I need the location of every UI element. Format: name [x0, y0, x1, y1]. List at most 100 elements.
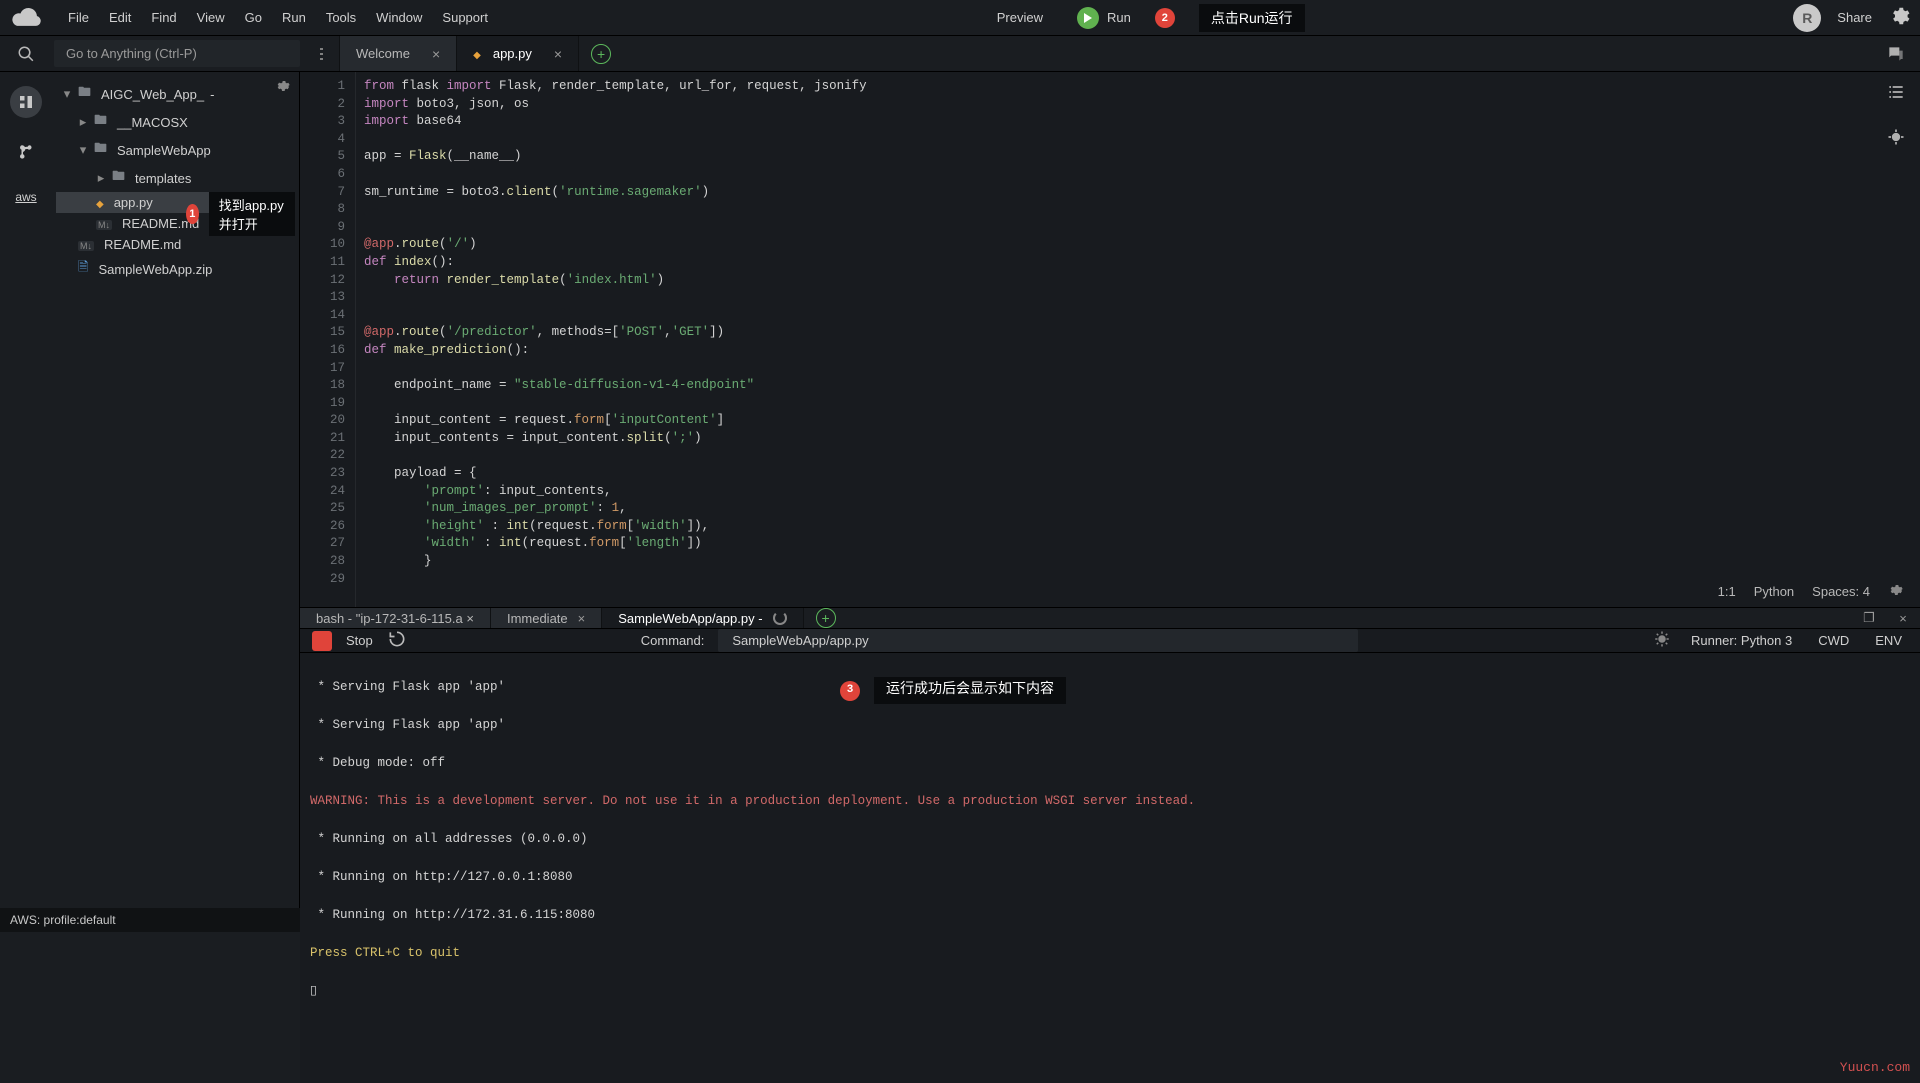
tab-app-label: app.py: [493, 46, 532, 61]
stop-label[interactable]: Stop: [346, 633, 373, 648]
menu-tools[interactable]: Tools: [316, 4, 366, 31]
tab-welcome[interactable]: Welcome ×: [340, 36, 457, 71]
menu-run[interactable]: Run: [272, 4, 316, 31]
debugger-icon[interactable]: [1886, 127, 1906, 150]
close-panel-icon[interactable]: ×: [1886, 608, 1920, 628]
run-toolbar: Stop Command: SampleWebApp/app.py Runner…: [300, 629, 1920, 653]
chevron-down-icon: [78, 142, 88, 158]
second-bar: Go to Anything (Ctrl-P) Welcome × app.py…: [0, 36, 1920, 72]
aws-profile-status[interactable]: AWS: profile:default: [10, 913, 116, 927]
zip-file-icon: [78, 258, 92, 280]
goto-anything-input[interactable]: Go to Anything (Ctrl-P): [54, 40, 300, 67]
console-line: * Running on http://172.31.6.115:8080: [310, 908, 595, 922]
outline-icon[interactable]: [1886, 82, 1906, 105]
search-icon[interactable]: [0, 36, 52, 71]
tab-welcome-label: Welcome: [356, 46, 410, 61]
tree-item-label: README.md: [104, 237, 181, 252]
callout-3-badge: 3: [840, 681, 860, 701]
tree-item-samplewebapp-zip[interactable]: SampleWebApp.zip: [56, 255, 295, 283]
share-button[interactable]: Share: [1837, 10, 1872, 25]
command-value[interactable]: SampleWebApp/app.py: [718, 629, 1358, 652]
source-control-icon[interactable]: [10, 136, 42, 168]
editor-status-bar: 1:1 Python Spaces: 4: [1712, 580, 1910, 603]
folder-icon: [112, 167, 129, 189]
menu-find[interactable]: Find: [141, 4, 186, 31]
file-tree: AIGC_Web_App_ - __MACOSX SampleWebApp temp…: [52, 72, 300, 908]
environment-icon[interactable]: [10, 86, 42, 118]
runner-button[interactable]: Runner: Python 3: [1685, 633, 1798, 648]
language-mode[interactable]: Python: [1754, 584, 1794, 599]
add-tab-button[interactable]: +: [591, 44, 611, 64]
cloud9-logo-icon[interactable]: [10, 6, 44, 30]
close-icon[interactable]: ×: [432, 46, 440, 62]
top-menu-bar: File Edit Find View Go Run Tools Window …: [0, 0, 1920, 36]
menu-view[interactable]: View: [187, 4, 235, 31]
cwd-button[interactable]: CWD: [1812, 633, 1855, 648]
menu-support[interactable]: Support: [432, 4, 498, 31]
watermark: Yuucn.com: [1840, 1058, 1910, 1077]
close-icon[interactable]: ×: [578, 611, 586, 626]
code-editor[interactable]: 1234567891011121314151617181920212223242…: [300, 72, 1920, 608]
tree-item-samplewebapp[interactable]: SampleWebApp: [56, 136, 295, 164]
settings-gear-icon[interactable]: [1888, 5, 1910, 30]
main-area: aws AIGC_Web_App_ - __MACOSX SampleWebApp…: [0, 72, 1920, 908]
chevron-down-icon: [62, 86, 72, 102]
add-bottom-tab-button[interactable]: +: [816, 608, 836, 628]
console-line: * Running on all addresses (0.0.0.0): [310, 832, 588, 846]
run-button[interactable]: Run: [1077, 7, 1131, 29]
markdown-file-icon: [96, 216, 116, 231]
bottom-tab-bash[interactable]: bash - "ip-172-31-6-115.a ×: [300, 608, 491, 628]
menu-go[interactable]: Go: [235, 4, 272, 31]
preview-button[interactable]: Preview: [987, 4, 1053, 31]
tree-item-readme-md[interactable]: README.md: [56, 234, 295, 255]
code-area[interactable]: from flask import Flask, render_template…: [356, 72, 1920, 607]
indent-setting[interactable]: Spaces: 4: [1812, 584, 1870, 599]
env-button[interactable]: ENV: [1869, 633, 1908, 648]
tree-root[interactable]: AIGC_Web_App_ -: [56, 80, 295, 108]
bottom-tab-running[interactable]: SampleWebApp/app.py -: [602, 608, 803, 628]
bottom-tab-immediate[interactable]: Immediate ×: [491, 608, 602, 628]
tree-item-label: __MACOSX: [117, 115, 188, 130]
tab-app-py[interactable]: app.py ×: [457, 36, 579, 71]
run-label: Run: [1107, 10, 1131, 25]
tree-item-__macosx[interactable]: __MACOSX: [56, 108, 295, 136]
bottom-tab-running-label: SampleWebApp/app.py -: [618, 611, 762, 626]
aws-label[interactable]: aws: [15, 190, 36, 204]
right-icon-rail: [1872, 72, 1920, 150]
menu-list: File Edit Find View Go Run Tools Window …: [58, 4, 498, 31]
bug-icon[interactable]: [1653, 630, 1671, 651]
menu-window[interactable]: Window: [366, 4, 432, 31]
goto-placeholder: Go to Anything (Ctrl-P): [66, 46, 197, 61]
editor-tab-bar: Welcome × app.py × +: [304, 36, 1872, 71]
tree-item-app-py[interactable]: app.py1找到app.py并打开: [56, 192, 295, 213]
tree-settings-icon[interactable]: [275, 78, 291, 97]
callout-3-text: 运行成功后会显示如下内容: [874, 677, 1066, 704]
callout-2-text: 点击Run运行: [1199, 4, 1305, 32]
bottom-tab-bar: bash - "ip-172-31-6-115.a × Immediate × …: [300, 608, 1920, 629]
restart-icon[interactable]: [387, 629, 407, 652]
tree-item-templates[interactable]: templates: [56, 164, 295, 192]
callout-1-text: 找到app.py并打开: [209, 192, 295, 236]
callout-1-badge: 1: [186, 204, 199, 224]
stop-icon[interactable]: [312, 631, 332, 651]
console-line: * Serving Flask app 'app': [310, 718, 505, 732]
avatar[interactable]: R: [1793, 4, 1821, 32]
collaborate-icon[interactable]: [1872, 36, 1920, 71]
tree-item-label: templates: [135, 171, 191, 186]
close-icon[interactable]: ×: [554, 46, 562, 62]
tree-root-label: AIGC_Web_App_: [101, 87, 204, 102]
folder-icon: [94, 111, 111, 133]
folder-icon: [94, 139, 111, 161]
console-line: * Running on http://127.0.0.1:8080: [310, 870, 573, 884]
editor-gear-icon[interactable]: [1888, 582, 1904, 601]
callout-2-badge: 2: [1155, 8, 1175, 28]
tab-menu-icon[interactable]: [304, 36, 340, 71]
console-output[interactable]: * Serving Flask app 'app' * Serving Flas…: [300, 653, 1920, 1083]
maximize-panel-icon[interactable]: ❐: [1852, 608, 1886, 628]
cursor-position[interactable]: 1:1: [1718, 584, 1736, 599]
tree-root-dash: -: [210, 87, 214, 102]
menu-edit[interactable]: Edit: [99, 4, 141, 31]
spinner-icon: [773, 611, 787, 625]
bottom-tab-immediate-label: Immediate: [507, 611, 568, 626]
menu-file[interactable]: File: [58, 4, 99, 31]
